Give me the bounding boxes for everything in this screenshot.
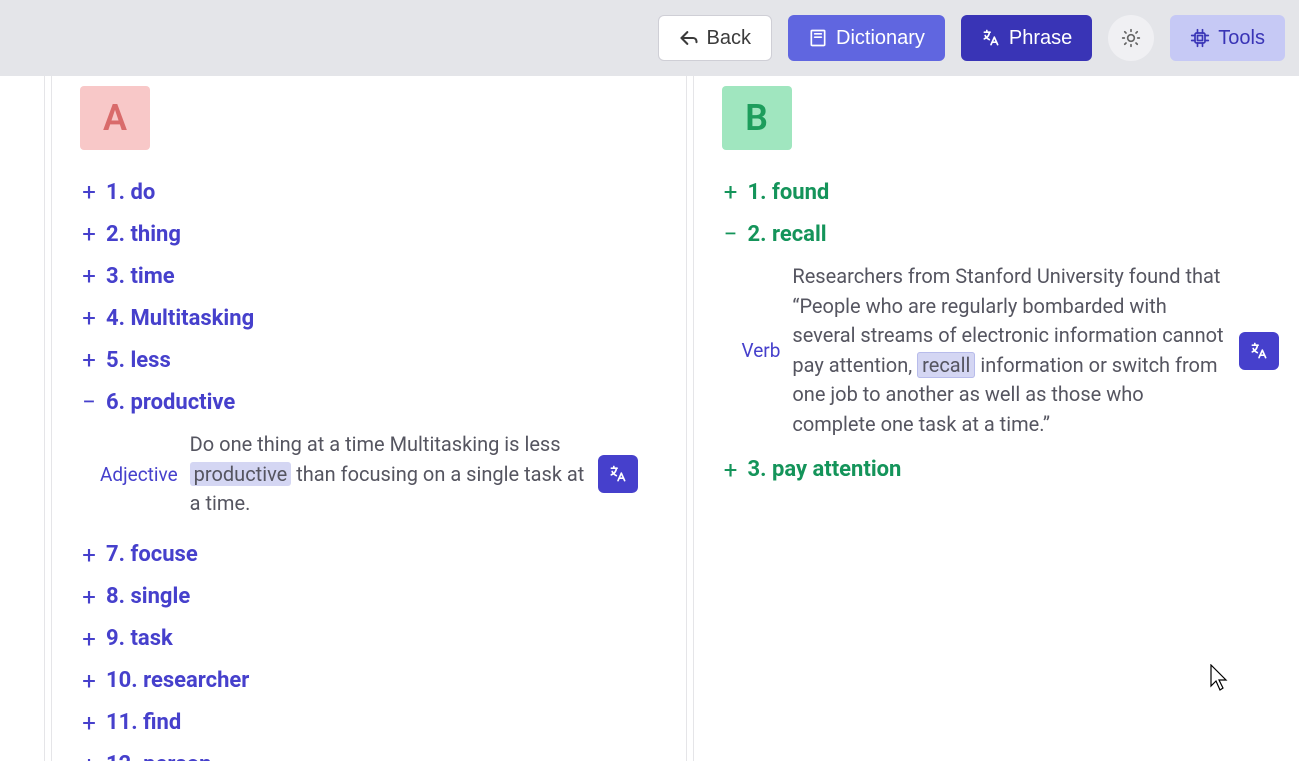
expand-icon: +	[80, 178, 98, 206]
part-of-speech: Adjective	[100, 463, 178, 486]
expand-icon: +	[80, 262, 98, 290]
dictionary-label: Dictionary	[836, 27, 925, 50]
book-icon	[808, 28, 828, 48]
translate-icon	[608, 464, 628, 484]
word-item-person[interactable]: + 12. person	[80, 751, 638, 761]
word-label: 12. person	[106, 752, 211, 761]
collapse-icon: −	[722, 220, 740, 248]
expand-icon: +	[80, 751, 98, 761]
expand-icon: +	[722, 456, 740, 484]
word-item-thing[interactable]: + 2. thing	[80, 220, 638, 248]
word-label: 6. productive	[106, 390, 235, 415]
word-label: 11. find	[106, 710, 181, 735]
translate-button[interactable]	[1239, 332, 1279, 370]
word-item-pay-attention[interactable]: + 3. pay attention	[722, 456, 1280, 484]
word-item-less[interactable]: + 5. less	[80, 346, 638, 374]
word-item-time[interactable]: + 3. time	[80, 262, 638, 290]
column-b-border	[686, 76, 694, 761]
highlighted-word: recall	[917, 352, 975, 378]
expand-icon: +	[80, 709, 98, 737]
word-item-found[interactable]: + 1. found	[722, 178, 1280, 206]
column-a: A + 1. do + 2. thing + 3. time + 4. Mult…	[8, 76, 650, 761]
expand-icon: +	[80, 220, 98, 248]
expand-icon: +	[80, 346, 98, 374]
word-item-single[interactable]: + 8. single	[80, 583, 638, 611]
word-label: 8. single	[106, 584, 190, 609]
phrase-label: Phrase	[1009, 27, 1072, 50]
word-label: 5. less	[106, 348, 171, 373]
expand-icon: +	[80, 625, 98, 653]
toolbar: Back Dictionary Phrase Tools	[0, 0, 1299, 76]
expand-icon: +	[80, 667, 98, 695]
definition-text: Do one thing at a time Multitasking is l…	[190, 430, 586, 519]
word-item-focuse[interactable]: + 7. focuse	[80, 541, 638, 569]
dictionary-button[interactable]: Dictionary	[788, 15, 945, 61]
word-label: 10. researcher	[106, 668, 249, 693]
back-label: Back	[707, 27, 751, 50]
word-label: 1. do	[106, 180, 155, 205]
part-of-speech: Verb	[742, 339, 781, 362]
word-item-recall[interactable]: − 2. recall	[722, 220, 1280, 248]
word-label: 2. thing	[106, 222, 181, 247]
word-label: 7. focuse	[106, 542, 198, 567]
cpu-icon	[1190, 28, 1210, 48]
translate-button[interactable]	[598, 455, 638, 493]
tools-button[interactable]: Tools	[1170, 15, 1285, 61]
word-label: 1. found	[748, 180, 830, 205]
word-item-task[interactable]: + 9. task	[80, 625, 638, 653]
expand-icon: +	[80, 583, 98, 611]
definition-recall: Verb Researchers from Stanford Universit…	[742, 262, 1280, 440]
back-button[interactable]: Back	[658, 15, 772, 61]
phrase-button[interactable]: Phrase	[961, 15, 1092, 61]
translate-icon	[1249, 341, 1269, 361]
word-label: 3. time	[106, 264, 175, 289]
word-label: 2. recall	[748, 222, 827, 247]
expand-icon: +	[722, 178, 740, 206]
expand-icon: +	[80, 541, 98, 569]
expand-icon: +	[80, 304, 98, 332]
content-area: A + 1. do + 2. thing + 3. time + 4. Mult…	[0, 76, 1299, 761]
back-arrow-icon	[679, 28, 699, 48]
translate-icon	[981, 28, 1001, 48]
highlighted-word: productive	[190, 462, 292, 486]
badge-b: B	[722, 86, 792, 150]
column-a-border	[44, 76, 52, 761]
word-item-researcher[interactable]: + 10. researcher	[80, 667, 638, 695]
sun-icon	[1121, 28, 1141, 48]
column-b: B + 1. found − 2. recall Verb Researcher…	[650, 76, 1292, 761]
word-item-productive[interactable]: − 6. productive	[80, 388, 638, 416]
word-item-find[interactable]: + 11. find	[80, 709, 638, 737]
theme-toggle-button[interactable]	[1108, 15, 1154, 61]
word-label: 4. Multitasking	[106, 306, 254, 331]
word-label: 9. task	[106, 626, 173, 651]
word-item-do[interactable]: + 1. do	[80, 178, 638, 206]
badge-a: A	[80, 86, 150, 150]
word-item-multitasking[interactable]: + 4. Multitasking	[80, 304, 638, 332]
collapse-icon: −	[80, 388, 98, 416]
definition-text: Researchers from Stanford University fou…	[792, 262, 1227, 440]
word-label: 3. pay attention	[748, 457, 902, 482]
definition-productive: Adjective Do one thing at a time Multita…	[100, 430, 638, 519]
tools-label: Tools	[1218, 27, 1265, 50]
